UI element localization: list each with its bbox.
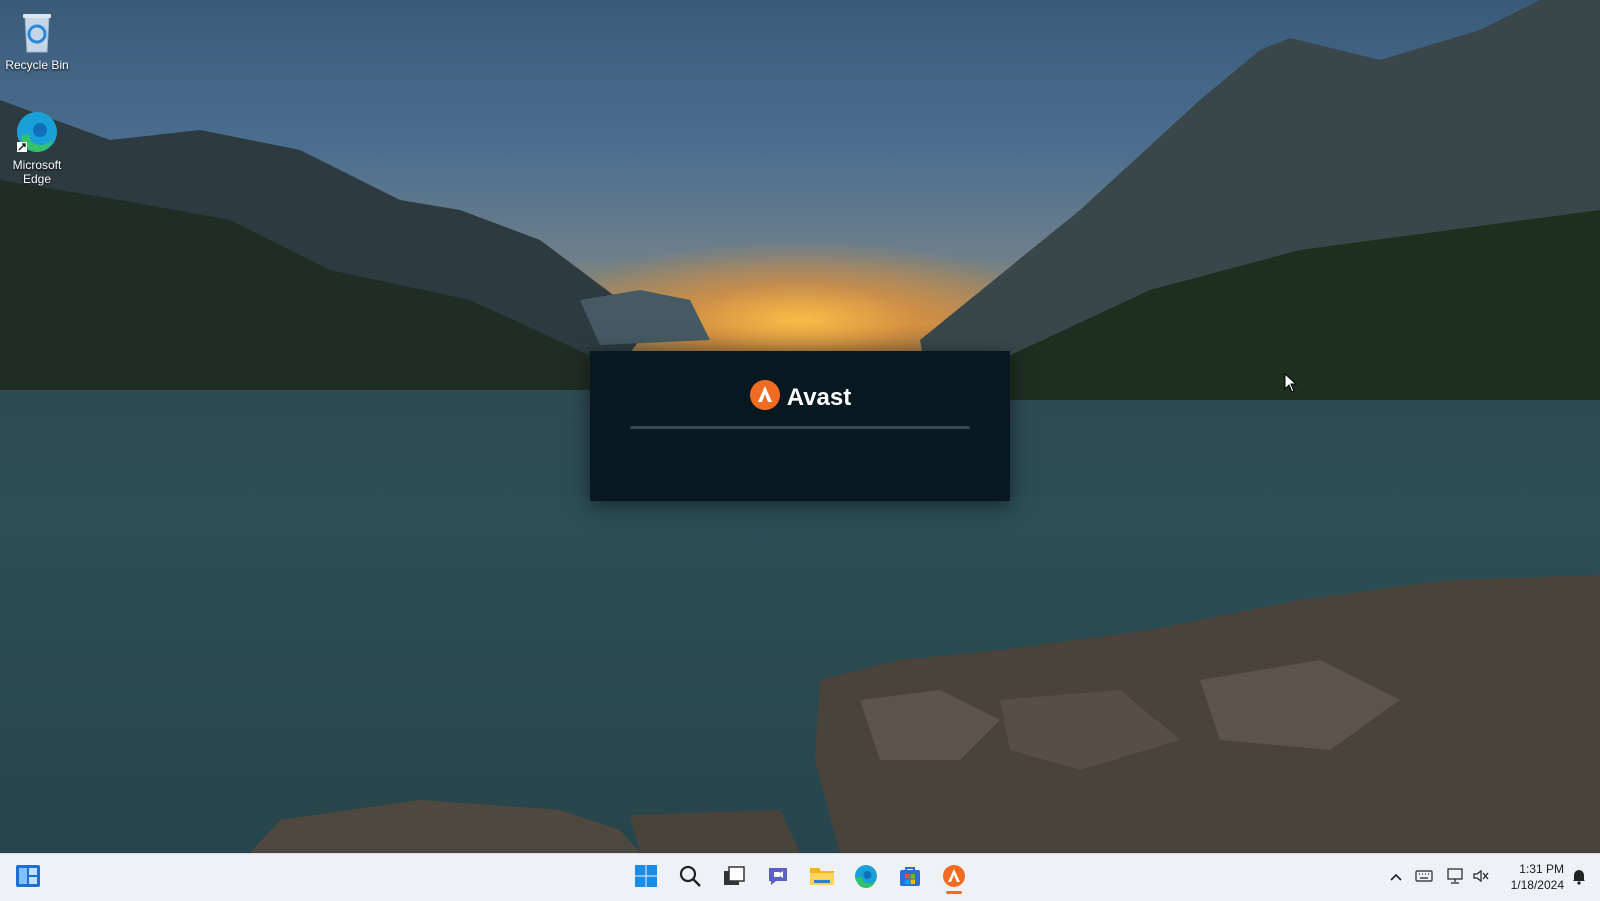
edge-icon [854,864,878,893]
widgets-icon [15,863,41,894]
store-icon [898,864,922,893]
widgets-button[interactable] [10,860,46,896]
task-view-button[interactable] [716,860,752,896]
splash-brand: Avast [590,379,1010,418]
recycle-bin-icon [13,8,61,56]
clock-time: 1:31 PM [1519,862,1564,876]
network-icon [1446,867,1464,887]
start-button[interactable] [628,860,664,896]
desktop-icon-label: Recycle Bin [5,58,69,72]
volume-icon [1472,868,1490,887]
task-view-icon [722,864,746,893]
search-button[interactable] [672,860,708,896]
clock-date: 1/18/2024 [1510,878,1564,892]
taskbar-clock[interactable]: 1:31 PM 1/18/2024 [1500,861,1564,893]
desktop-icon-microsoft-edge[interactable]: Microsoft Edge [0,108,74,186]
taskbar: 1:31 PM 1/18/2024 [0,853,1600,901]
keyboard-button[interactable] [1413,866,1435,888]
file-explorer-button[interactable] [804,860,840,896]
edge-icon [13,108,61,156]
keyboard-icon [1415,869,1433,886]
edge-taskbar-button[interactable] [848,860,884,896]
notification-bell-icon [1571,867,1587,888]
avast-splash-window: Avast [590,351,1010,501]
splash-progress-bar [630,426,970,429]
folder-icon [809,864,835,893]
avast-icon [942,864,966,893]
windows-start-icon [634,864,658,893]
network-button[interactable] [1444,866,1466,888]
desktop-icon-recycle-bin[interactable]: Recycle Bin [0,8,74,72]
show-hidden-icons-button[interactable] [1385,866,1407,888]
chevron-up-icon [1389,870,1403,885]
splash-brand-name: Avast [786,384,852,411]
chat-button[interactable] [760,860,796,896]
desktop-icon-label: Microsoft Edge [12,158,62,186]
store-button[interactable] [892,860,928,896]
active-app-indicator [946,891,962,894]
avast-logo-icon [749,379,781,418]
search-icon [678,864,702,893]
mouse-cursor-icon [1284,372,1298,398]
volume-button[interactable] [1470,866,1492,888]
chat-icon [766,864,790,893]
notifications-button[interactable] [1568,866,1590,888]
avast-taskbar-button[interactable] [936,860,972,896]
